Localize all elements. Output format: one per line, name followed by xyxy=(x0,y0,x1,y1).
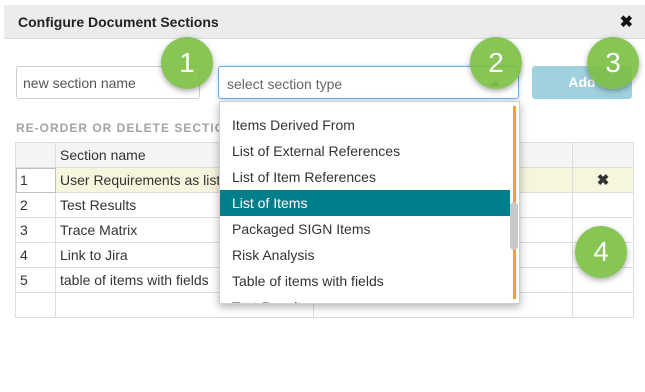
section-type-dropdown[interactable]: Items Derived From List of External Refe… xyxy=(219,101,520,304)
dropdown-option[interactable]: List of External References xyxy=(220,138,510,164)
dropdown-option[interactable]: Test Results xyxy=(220,294,510,303)
dropdown-option[interactable]: Risk Analysis xyxy=(220,242,510,268)
reorder-heading: RE-ORDER OR DELETE SECTIONS xyxy=(16,121,244,135)
column-header xyxy=(15,142,56,168)
row-number: 2 xyxy=(15,192,56,218)
callout-marker-4: 4 xyxy=(575,226,627,278)
row-cell xyxy=(572,292,634,318)
callout-marker-2: 2 xyxy=(470,37,522,89)
dialog-title: Configure Document Sections xyxy=(18,14,219,30)
row-cell xyxy=(15,292,56,318)
dropdown-option-selected[interactable]: List of Items xyxy=(220,190,510,216)
column-header xyxy=(572,142,634,168)
dialog-header: Configure Document Sections ✖ xyxy=(4,5,645,39)
section-type-placeholder: select section type xyxy=(227,76,343,92)
row-number: 3 xyxy=(15,217,56,243)
row-number[interactable]: 1 xyxy=(15,167,56,193)
row-cell xyxy=(572,192,634,218)
row-number: 5 xyxy=(15,267,56,293)
dropdown-option[interactable]: Packaged SIGN Items xyxy=(220,216,510,242)
dropdown-option[interactable]: Items Derived From xyxy=(220,112,510,138)
callout-marker-3: 3 xyxy=(587,37,639,89)
dropdown-scrollbar-thumb[interactable] xyxy=(510,202,518,250)
delete-icon[interactable]: ✖ xyxy=(572,167,634,193)
close-icon[interactable]: ✖ xyxy=(620,12,633,32)
dropdown-option[interactable]: Table of items with fields xyxy=(220,268,510,294)
callout-marker-1: 1 xyxy=(161,37,213,89)
dropdown-option[interactable]: List of Item References xyxy=(220,164,510,190)
row-number: 4 xyxy=(15,242,56,268)
